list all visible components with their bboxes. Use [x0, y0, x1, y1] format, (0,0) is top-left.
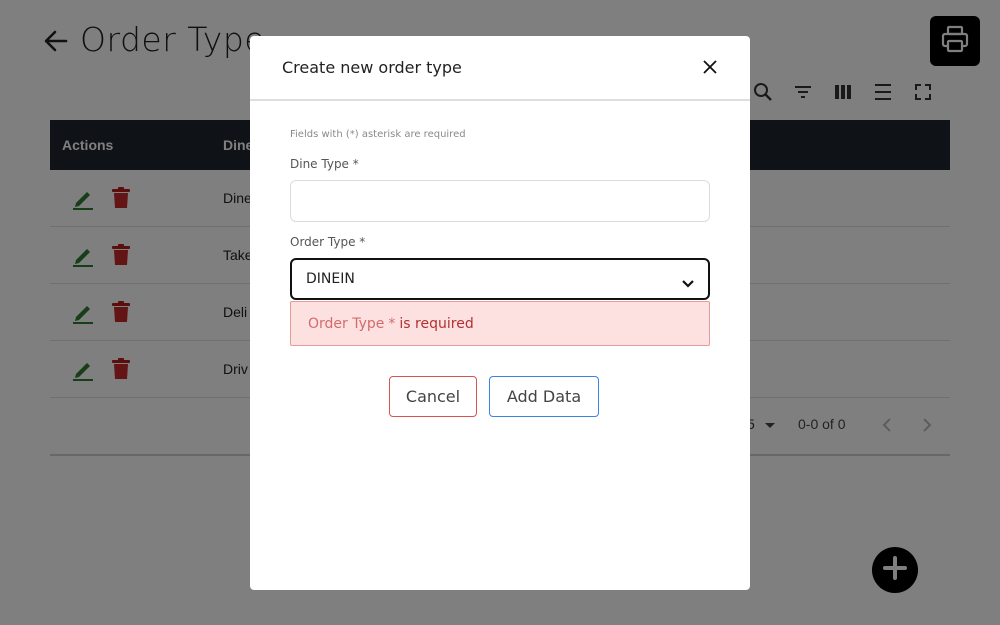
error-asterisk: *	[388, 315, 396, 332]
error-field-name: Order Type	[308, 315, 385, 332]
required-fields-note: Fields with (*) asterisk are required	[290, 129, 466, 140]
dialog-title: Create new order type	[282, 58, 462, 77]
order-type-selected-value: DINEIN	[306, 271, 355, 287]
order-type-select[interactable]: DINEIN	[290, 258, 710, 300]
dialog-header: Create new order type	[250, 36, 750, 101]
cancel-button[interactable]: Cancel	[389, 376, 477, 417]
create-order-type-dialog: Create new order type Fields with (*) as…	[250, 36, 750, 590]
dine-type-input[interactable]	[290, 180, 710, 222]
order-type-label: Order Type *	[290, 235, 366, 249]
chevron-down-icon	[682, 274, 694, 288]
order-type-error: Order Type * is required	[290, 301, 710, 346]
close-icon[interactable]	[703, 59, 717, 75]
error-message: is required	[399, 315, 474, 332]
dine-type-label: Dine Type *	[290, 157, 359, 171]
add-data-button[interactable]: Add Data	[489, 376, 599, 417]
